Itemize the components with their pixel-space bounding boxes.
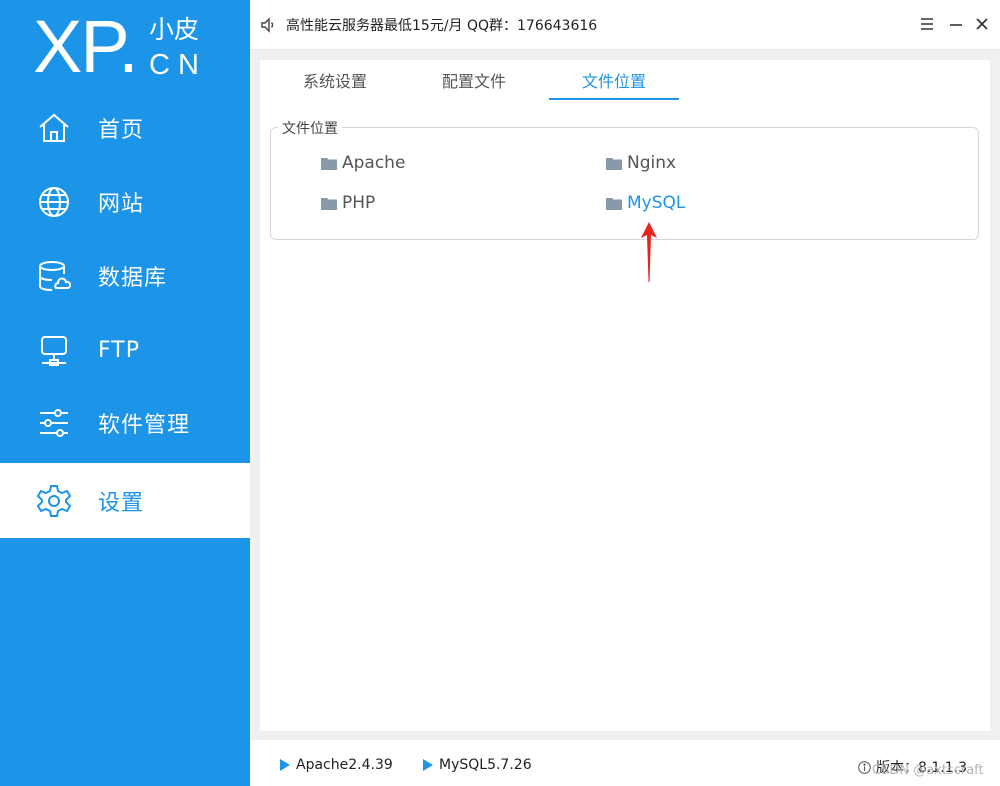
sidebar-item-label: 首页 — [98, 117, 145, 143]
sidebar-item-label: 网站 — [98, 191, 145, 217]
folder-label: MySQL — [627, 193, 686, 213]
folder-icon — [606, 157, 622, 170]
group-legend: 文件位置 — [278, 118, 342, 138]
speaker-icon — [261, 17, 274, 33]
tab-config-files[interactable]: 配置文件 — [431, 68, 517, 100]
sidebar-item-settings[interactable]: 设置 — [0, 463, 250, 538]
monitor-icon — [41, 335, 67, 366]
sidebar-item-label: FTP — [98, 338, 140, 363]
sidebar-item-website[interactable]: 网站 — [0, 164, 250, 239]
top-bar: 高性能云服务器最低15元/月 QQ群：176643616 — [250, 0, 1000, 50]
home-icon — [39, 113, 69, 142]
globe-icon — [39, 186, 69, 217]
folder-label: Nginx — [627, 153, 677, 173]
apache-folder-link[interactable]: Apache — [321, 153, 405, 173]
announcement-text[interactable]: 高性能云服务器最低15元/月 QQ群：176643616 — [286, 15, 597, 35]
minimize-icon[interactable] — [946, 14, 966, 34]
tab-system-settings[interactable]: 系统设置 — [292, 68, 378, 100]
watermark-text: CSDN @axtscraft — [872, 763, 984, 778]
gear-icon — [36, 484, 72, 517]
sidebar-item-software[interactable]: 软件管理 — [0, 385, 250, 460]
folder-icon — [321, 197, 337, 210]
play-icon — [280, 759, 290, 771]
sidebar-item-database[interactable]: 数据库 — [0, 238, 250, 313]
sidebar: XP. 小皮 CN 首页 网站 数据库 FTP 软件管理 设置 — [0, 0, 250, 786]
database-icon — [39, 260, 72, 291]
annotation-arrow-icon — [641, 222, 657, 282]
mysql-service-status[interactable]: MySQL5.7.26 — [423, 757, 532, 773]
nginx-folder-link[interactable]: Nginx — [606, 153, 676, 173]
logo-text-top: 小皮 — [149, 15, 200, 44]
info-icon — [858, 760, 871, 774]
folder-label: PHP — [342, 193, 376, 213]
app-logo: XP. 小皮 CN — [33, 8, 213, 88]
logo-mark: XP. — [33, 5, 139, 88]
folder-icon — [321, 157, 337, 170]
menu-icon[interactable] — [917, 14, 937, 34]
service-label: MySQL5.7.26 — [439, 757, 532, 773]
logo-text-bottom: CN — [149, 49, 207, 81]
mysql-folder-link[interactable]: MySQL — [606, 193, 685, 213]
folder-label: Apache — [342, 153, 406, 173]
file-locations-group — [270, 127, 979, 240]
sidebar-item-label: 设置 — [98, 490, 145, 516]
tab-file-locations[interactable]: 文件位置 — [549, 68, 679, 100]
folder-icon — [606, 197, 622, 210]
apache-service-status[interactable]: Apache2.4.39 — [280, 757, 393, 773]
sidebar-item-label: 数据库 — [98, 265, 168, 291]
php-folder-link[interactable]: PHP — [321, 193, 375, 213]
service-label: Apache2.4.39 — [296, 757, 393, 773]
sidebar-item-label: 软件管理 — [98, 412, 191, 438]
close-icon[interactable] — [972, 14, 992, 34]
sliders-icon — [40, 408, 68, 437]
sidebar-item-home[interactable]: 首页 — [0, 90, 250, 165]
sidebar-item-ftp[interactable]: FTP — [0, 313, 250, 388]
play-icon — [423, 759, 433, 771]
